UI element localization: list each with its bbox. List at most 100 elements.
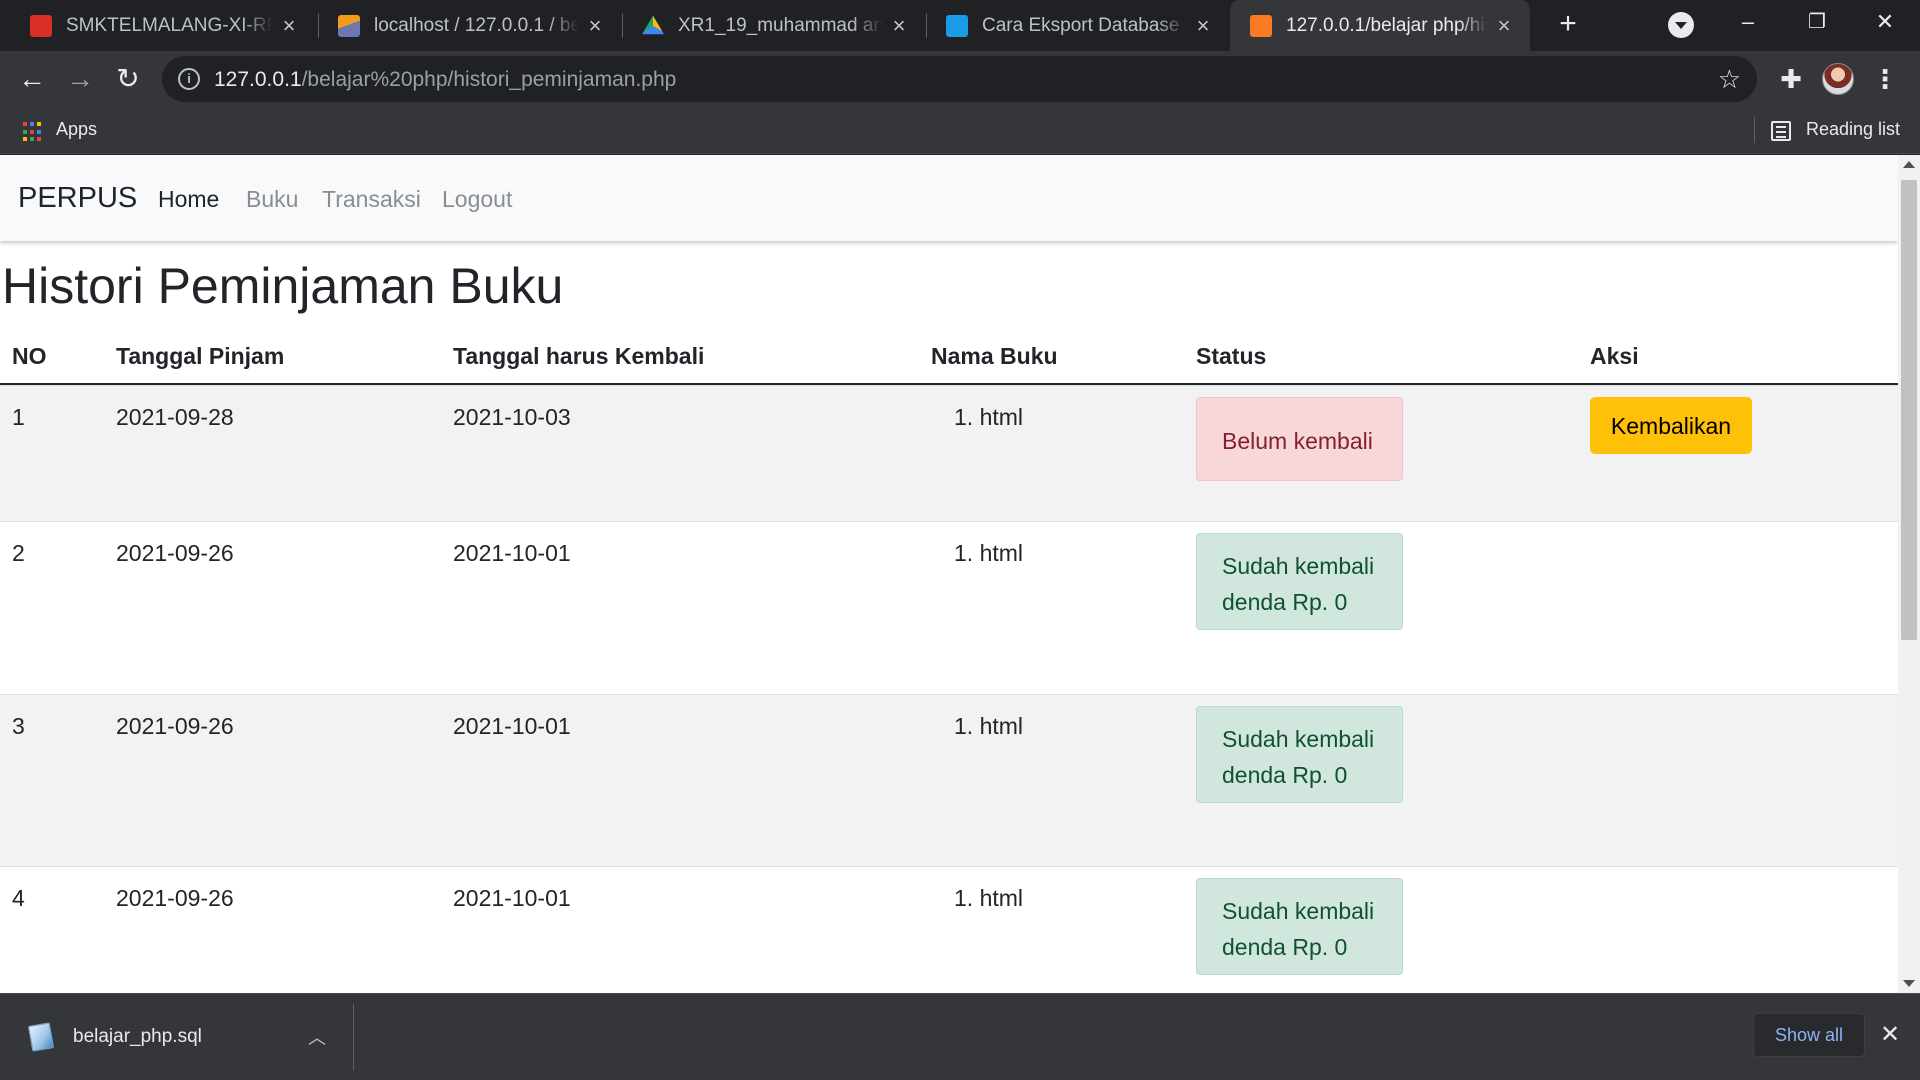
tab-title: SMKTELMALANG-XI-RPL-	[66, 14, 273, 36]
tab-title: XR1_19_muhammad arya	[678, 14, 883, 36]
reload-icon[interactable]: ↻	[110, 61, 146, 97]
cell-no: 3	[12, 713, 25, 739]
scroll-up-arrow-icon[interactable]	[1903, 161, 1915, 168]
url-host: 127.0.0.1	[214, 68, 302, 91]
forward-arrow-icon[interactable]: →	[62, 61, 98, 97]
extensions-puzzle-icon[interactable]: ✚	[1776, 64, 1806, 94]
navbar-brand[interactable]: PERPUS	[18, 182, 137, 215]
download-filename[interactable]: belajar_php.sql	[73, 1026, 202, 1048]
table-row: 2 2021-09-26 2021-10-01 1. html Sudah ke…	[0, 521, 1898, 694]
profile-avatar[interactable]	[1822, 63, 1854, 95]
tab-title: Cara Eksport Database My	[982, 14, 1187, 36]
chevron-up-icon[interactable]: ︿	[308, 1024, 326, 1050]
header-no: NO	[12, 343, 47, 369]
tab-4[interactable]: Cara Eksport Database My ×	[926, 0, 1229, 51]
address-bar[interactable]: i 127.0.0.1/belajar%20php/histori_peminj…	[162, 56, 1757, 102]
site-navbar: PERPUS Home Buku Transaksi Logout	[0, 155, 1898, 241]
cell-no: 2	[12, 540, 25, 566]
close-tab-icon[interactable]: ×	[1488, 13, 1520, 39]
kebab-menu-icon[interactable]: ⋮	[1872, 61, 1898, 97]
url-path: /belajar%20php/histori_peminjaman.php	[301, 68, 677, 91]
close-tab-icon[interactable]: ×	[273, 13, 305, 39]
page-viewport: PERPUS Home Buku Transaksi Logout Histor…	[0, 155, 1898, 993]
status-text: Sudah kembali	[1222, 553, 1375, 579]
close-tab-icon[interactable]: ×	[1187, 13, 1219, 39]
shelf-separator	[353, 1004, 354, 1070]
cell-no: 1	[12, 404, 25, 430]
apps-grid-icon[interactable]	[23, 122, 43, 142]
status-badge-belum-kembali: Belum kembali	[1196, 397, 1403, 481]
cell-nama-buku: 1. html	[954, 713, 1024, 739]
reading-list-button[interactable]: Reading list	[1806, 119, 1900, 140]
back-arrow-icon[interactable]: ←	[14, 61, 50, 97]
close-window-button[interactable]: ✕	[1854, 0, 1916, 46]
nav-link-logout[interactable]: Logout	[442, 186, 512, 213]
status-badge-sudah-kembali: Sudah kembali denda Rp. 0	[1196, 878, 1403, 975]
url-text[interactable]: 127.0.0.1/belajar%20php/histori_peminjam…	[214, 68, 676, 92]
status-fine-text: denda Rp. 0	[1222, 589, 1348, 615]
bookmarks-separator	[1754, 117, 1755, 143]
header-tanggal-kembali: Tanggal harus Kembali	[453, 343, 705, 369]
tab-1[interactable]: SMKTELMALANG-XI-RPL- ×	[10, 0, 315, 51]
cell-nama-buku: 1. html	[954, 404, 1024, 430]
nav-link-buku[interactable]: Buku	[246, 186, 298, 213]
nav-link-home[interactable]: Home	[158, 186, 219, 213]
school-logo-icon	[30, 14, 52, 37]
cell-tanggal-kembali: 2021-10-01	[453, 540, 571, 566]
tab-strip: SMKTELMALANG-XI-RPL- × localhost / 127.0…	[0, 0, 1920, 51]
show-all-button[interactable]: Show all	[1753, 1013, 1865, 1057]
table-row: 4 2021-09-26 2021-10-01 1. html Sudah ke…	[0, 866, 1898, 993]
status-text: Belum kembali	[1222, 428, 1373, 454]
phpmyadmin-logo-icon	[338, 14, 360, 37]
cell-tanggal-pinjam: 2021-09-28	[116, 404, 234, 430]
status-fine-text: denda Rp. 0	[1222, 934, 1348, 960]
dn-logo-icon	[946, 14, 968, 37]
site-info-icon[interactable]: i	[178, 68, 200, 90]
cell-no: 4	[12, 885, 25, 911]
page-title: Histori Peminjaman Buku	[2, 258, 564, 314]
nav-link-transaksi[interactable]: Transaksi	[322, 186, 421, 213]
header-status: Status	[1196, 343, 1267, 369]
bookmark-star-icon[interactable]: ☆	[1718, 64, 1741, 95]
page-scrollbar[interactable]	[1898, 155, 1920, 993]
cell-tanggal-kembali: 2021-10-01	[453, 885, 571, 911]
cell-tanggal-pinjam: 2021-09-26	[116, 713, 234, 739]
apps-bookmark[interactable]: Apps	[56, 119, 97, 140]
status-text: Sudah kembali	[1222, 726, 1375, 752]
table-row: 3 2021-09-26 2021-10-01 1. html Sudah ke…	[0, 694, 1898, 866]
browser-toolbar: ← → ↻ i 127.0.0.1/belajar%20php/histori_…	[0, 51, 1920, 107]
google-drive-logo-icon	[642, 15, 664, 35]
tab-2[interactable]: localhost / 127.0.0.1 / bela ×	[318, 0, 621, 51]
xampp-logo-icon	[1250, 14, 1272, 37]
header-nama-buku: Nama Buku	[931, 343, 1058, 369]
close-tab-icon[interactable]: ×	[579, 13, 611, 39]
minimize-button[interactable]: –	[1717, 0, 1779, 46]
cell-tanggal-pinjam: 2021-09-26	[116, 540, 234, 566]
tab-title: 127.0.0.1/belajar php/histo	[1286, 14, 1488, 36]
reading-list-icon[interactable]	[1771, 121, 1791, 141]
close-tab-icon[interactable]: ×	[883, 13, 915, 39]
status-text: Sudah kembali	[1222, 898, 1375, 924]
status-badge-sudah-kembali: Sudah kembali denda Rp. 0	[1196, 533, 1403, 630]
cell-nama-buku: 1. html	[954, 885, 1024, 911]
tab-3[interactable]: XR1_19_muhammad arya ×	[622, 0, 925, 51]
cell-nama-buku: 1. html	[954, 540, 1024, 566]
kembalikan-button[interactable]: Kembalikan	[1590, 397, 1752, 454]
tab-title: localhost / 127.0.0.1 / bela	[374, 14, 579, 36]
new-tab-button[interactable]: +	[1551, 8, 1585, 42]
sql-file-icon	[27, 1022, 55, 1052]
status-badge-sudah-kembali: Sudah kembali denda Rp. 0	[1196, 706, 1403, 803]
tab-search-icon[interactable]	[1668, 12, 1694, 38]
header-tanggal-pinjam: Tanggal Pinjam	[116, 343, 285, 369]
header-aksi: Aksi	[1590, 343, 1639, 369]
cell-tanggal-kembali: 2021-10-03	[453, 404, 571, 430]
restore-button[interactable]: ❐	[1786, 0, 1848, 46]
cell-tanggal-kembali: 2021-10-01	[453, 713, 571, 739]
scroll-down-arrow-icon[interactable]	[1903, 980, 1915, 987]
scrollbar-thumb[interactable]	[1901, 180, 1917, 640]
status-fine-text: denda Rp. 0	[1222, 762, 1348, 788]
tab-5-active[interactable]: 127.0.0.1/belajar php/histo ×	[1230, 0, 1530, 51]
table-row: 1 2021-09-28 2021-10-03 1. html Belum ke…	[0, 385, 1898, 521]
close-icon[interactable]: ✕	[1880, 1020, 1900, 1049]
bookmarks-bar: Apps Reading list	[0, 107, 1920, 154]
